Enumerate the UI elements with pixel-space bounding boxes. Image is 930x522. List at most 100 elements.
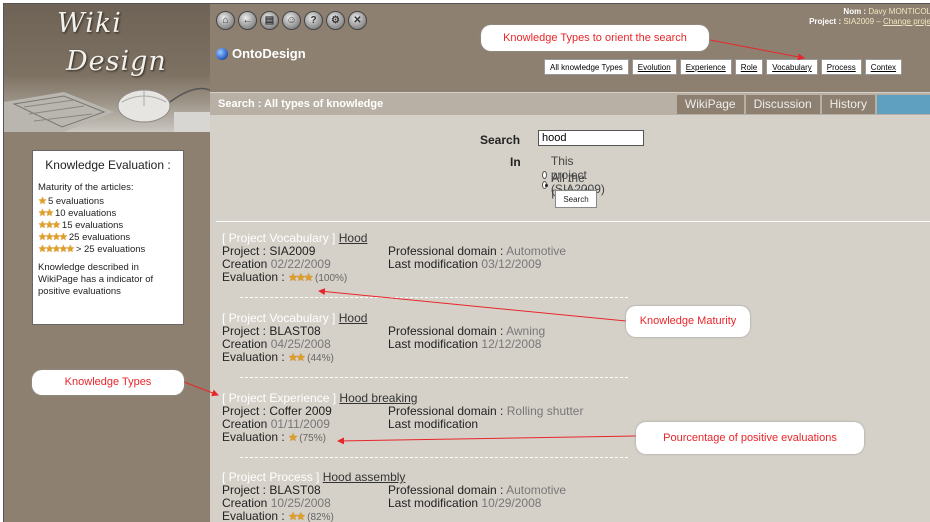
tab-wikipage[interactable]: WikiPage — [676, 95, 744, 114]
result-evaluation-label: Evaluation : — [222, 270, 285, 284]
result-lastmod-date: 03/12/2009 — [481, 257, 542, 271]
maturity-level: ★ 5 evaluations — [38, 196, 178, 208]
tools-icon[interactable]: ✕ — [348, 11, 367, 30]
globe-icon — [216, 47, 228, 60]
result-link[interactable]: Hood — [339, 311, 368, 325]
result-creation-label: Creation — [222, 417, 268, 431]
result-project: Project : BLAST08 — [222, 483, 321, 497]
change-project-link[interactable]: Change proje — [883, 17, 930, 26]
maturity-level: ★★★★★ > 25 evaluations — [38, 244, 178, 256]
result-project: Project : Coffer 2009 — [222, 404, 332, 418]
search-result: [ Project Experience ] Hood breaking Pro… — [222, 391, 622, 445]
page-tabs: WikiPage Discussion History Search — [676, 95, 930, 114]
result-project: Project : BLAST08 — [222, 324, 321, 338]
tab-evolution[interactable]: Evolution — [631, 59, 677, 75]
tab-all-knowledge-types[interactable]: All knowledge Types — [544, 59, 629, 75]
maturity-level-label: 15 evaluations — [61, 220, 124, 231]
settings-icon[interactable]: ⚙ — [326, 11, 345, 30]
maturity-level-label: 5 evaluations — [47, 196, 104, 207]
tab-history[interactable]: History — [821, 95, 875, 114]
tab-role[interactable]: Role — [734, 59, 764, 75]
tab-search[interactable]: Search — [876, 95, 930, 114]
result-percent: (75%) — [299, 433, 326, 444]
page-title: Search : All types of knowledge — [218, 98, 384, 110]
maturity-level-label: 10 evaluations — [54, 208, 117, 219]
ontodesign-logo[interactable]: OntoDesign — [216, 46, 306, 61]
maturity-level: ★★ 10 evaluations — [38, 208, 178, 220]
result-lastmod-label: Last modification — [388, 417, 479, 431]
result-type: [ Project Process ] — [222, 470, 320, 484]
result-link[interactable]: Hood — [339, 231, 368, 245]
star-icon: ★★ — [38, 208, 54, 219]
tab-context[interactable]: Contex — [864, 59, 903, 75]
evaluation-title: Knowledge Evaluation : — [45, 158, 171, 172]
result-domain-label: Professional domain : — [388, 483, 504, 497]
star-rating-icon: ★ — [288, 432, 298, 444]
result-creation-date: 10/25/2008 — [270, 496, 331, 510]
result-project: Project : SIA2009 — [222, 244, 316, 258]
users-icon[interactable]: ☺ — [282, 11, 301, 30]
project-label: Project : — [809, 17, 842, 26]
result-domain: Rolling shutter — [506, 404, 584, 418]
result-percent: (100%) — [315, 273, 348, 284]
user-name: Davy MONTICOL — [868, 7, 930, 16]
result-percent: (82%) — [307, 512, 334, 522]
search-input[interactable] — [538, 130, 644, 146]
star-rating-icon: ★★★ — [288, 272, 314, 284]
left-arrow-icon[interactable]: ← — [238, 11, 257, 30]
callout-knowledge-types: Knowledge Types — [32, 370, 184, 395]
title-bar: Search : All types of knowledge WikiPage… — [210, 93, 930, 115]
maturity-level-label: > 25 evaluations — [75, 244, 146, 255]
user-name-label: Nom : — [843, 7, 867, 16]
divider — [240, 457, 628, 458]
search-result: [ Project Vocabulary ] Hood Project : BL… — [222, 311, 622, 365]
maturity-level: ★★★ 15 evaluations — [38, 220, 178, 232]
logo-text: OntoDesign — [232, 46, 306, 61]
sidebar: Wiki Design Knowledge Evaluation : Matur… — [4, 4, 210, 522]
help-icon[interactable]: ? — [304, 11, 323, 30]
result-type: [ Project Experience ] — [222, 391, 337, 405]
result-evaluation-label: Evaluation : — [222, 430, 285, 444]
current-project: SIA2009 – — [843, 17, 881, 26]
result-lastmod-date: 10/29/2008 — [481, 496, 542, 510]
result-domain: Automotive — [506, 244, 567, 258]
divider — [216, 221, 930, 222]
result-percent: (44%) — [307, 353, 334, 364]
user-info: Nom : Davy MONTICOL Project : SIA2009 – … — [809, 7, 930, 27]
home-icon[interactable]: ⌂ — [216, 11, 235, 30]
result-creation-label: Creation — [222, 337, 268, 351]
tab-discussion[interactable]: Discussion — [745, 95, 820, 114]
knowledge-type-tabs: All knowledge Types Evolution Experience… — [544, 59, 903, 75]
result-lastmod-label: Last modification — [388, 337, 479, 351]
divider — [240, 297, 628, 298]
callout-positive-evaluations: Pourcentage of positive evaluations — [636, 422, 864, 454]
result-lastmod-label: Last modification — [388, 257, 479, 271]
tab-process[interactable]: Process — [820, 59, 862, 75]
result-evaluation-label: Evaluation : — [222, 350, 285, 364]
maturity-level: ★★★★ 25 evaluations — [38, 232, 178, 244]
result-creation-date: 02/22/2009 — [270, 257, 331, 271]
result-domain: Awning — [506, 324, 546, 338]
result-domain-label: Professional domain : — [388, 404, 504, 418]
search-label: Search — [480, 133, 521, 147]
star-icon: ★★★ — [38, 220, 61, 231]
maturity-heading: Maturity of the articles: — [38, 182, 134, 193]
callout-knowledge-maturity: Knowledge Maturity — [626, 306, 750, 337]
result-domain-label: Professional domain : — [388, 244, 504, 258]
result-domain-label: Professional domain : — [388, 324, 504, 338]
result-type: [ Project Vocabulary ] — [222, 231, 336, 245]
result-creation-label: Creation — [222, 496, 268, 510]
result-link[interactable]: Hood assembly — [323, 470, 406, 484]
brand-word-wiki: Wiki — [57, 8, 122, 39]
search-button[interactable]: Search — [555, 190, 597, 208]
result-creation-date: 04/25/2008 — [270, 337, 331, 351]
radio-button[interactable] — [542, 181, 548, 189]
search-result: [ Project Process ] Hood assembly Projec… — [222, 471, 622, 522]
tab-experience[interactable]: Experience — [679, 59, 732, 75]
result-creation-date: 01/11/2009 — [270, 417, 330, 431]
tab-vocabulary[interactable]: Vocabulary — [766, 59, 818, 75]
star-icon: ★ — [38, 196, 47, 207]
star-rating-icon: ★★ — [288, 511, 306, 522]
result-link[interactable]: Hood breaking — [339, 391, 417, 405]
page-icon[interactable]: ▤ — [260, 11, 279, 30]
